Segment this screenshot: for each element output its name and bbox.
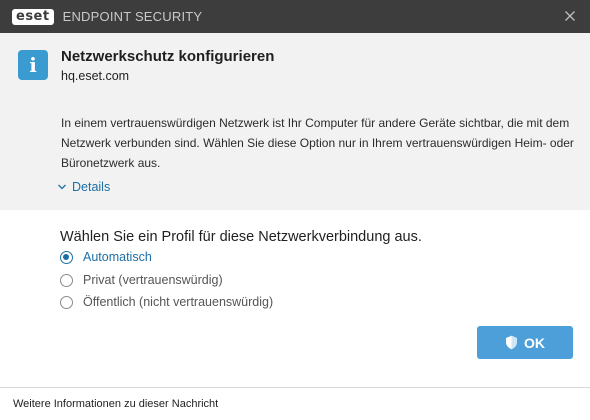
chevron-down-icon [58,184,66,190]
radio-button-automatic[interactable] [60,250,73,264]
radio-button-private[interactable] [60,273,73,287]
radio-label-private: Privat (vertrauenswürdig) [83,273,223,287]
ok-label: OK [524,334,545,351]
more-info-label: Weitere Informationen zu dieser Nachrich… [13,398,219,410]
profile-prompt: Wählen Sie ein Profil für diese Netzwerk… [60,229,422,245]
radio-button-public[interactable] [60,295,73,309]
page-title: Netzwerkschutz konfigurieren [61,48,275,65]
radio-option-automatic[interactable]: Automatisch [60,250,152,264]
more-info-link[interactable]: Weitere Informationen zu dieser Nachrich… [0,387,590,420]
app-title: ENDPOINT SECURITY [62,9,203,24]
radio-option-public[interactable]: Öffentlich (nicht vertrauenswürdig) [60,295,273,309]
title-bar: eset ENDPOINT SECURITY [0,0,590,33]
radio-label-public: Öffentlich (nicht vertrauenswürdig) [83,295,274,309]
ok-button[interactable]: OK [477,326,573,359]
radio-label-automatic: Automatisch [83,250,152,264]
radio-option-private[interactable]: Privat (vertrauenswürdig) [60,273,223,287]
details-toggle[interactable]: Details [57,180,110,194]
eset-logo: eset [12,8,54,26]
info-icon-glyph: i [29,53,37,77]
description-text: In einem vertrauenswürdigen Netzwerk ist… [61,116,574,170]
shield-icon [506,335,517,350]
logo-text: eset [12,8,54,25]
details-label: Details [72,180,111,194]
dialog-window: eset ENDPOINT SECURITY i Netzwerkschutz … [0,0,590,420]
close-icon[interactable] [562,8,578,24]
info-icon: i [18,50,48,80]
network-name: hq.eset.com [61,69,130,83]
